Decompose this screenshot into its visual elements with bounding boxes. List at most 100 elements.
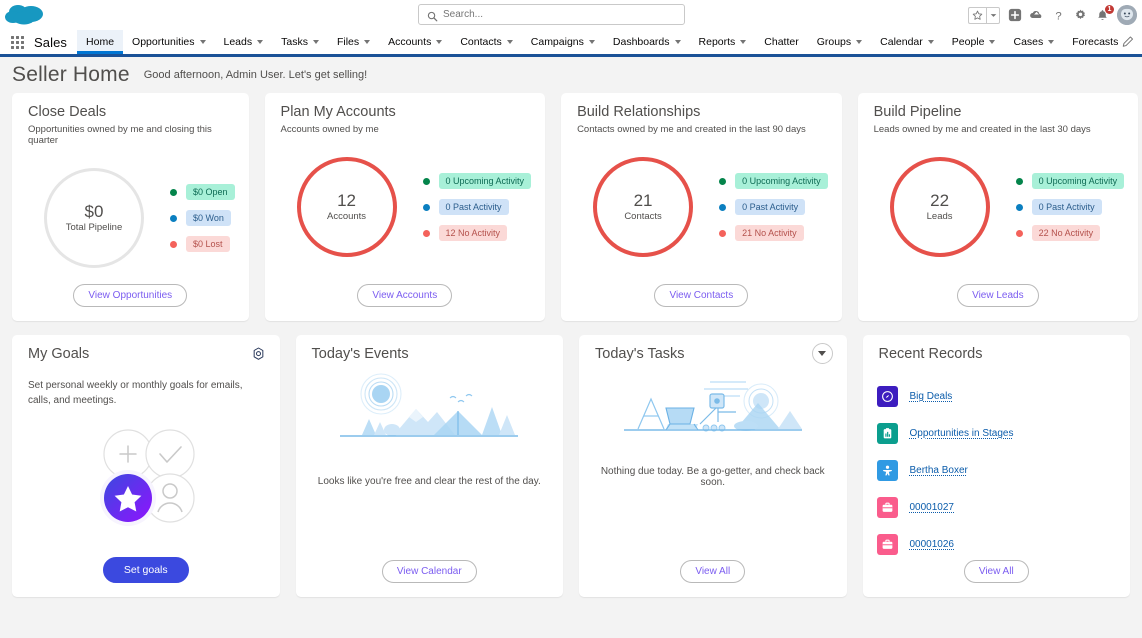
- setup-assistant-icon[interactable]: [1029, 8, 1044, 23]
- chevron-down-icon[interactable]: [1048, 40, 1055, 44]
- card-header: Build Pipeline Leads owned by me and cre…: [858, 93, 1139, 135]
- record-row[interactable]: Bertha Boxer: [876, 452, 1131, 489]
- view-calendar-button[interactable]: View Calendar: [381, 560, 477, 583]
- chevron-down-icon[interactable]: [927, 40, 934, 44]
- metric-body: 12 Accounts 0 Upcoming Activity 0 Past Ac…: [265, 135, 546, 265]
- legend-pill[interactable]: 21 No Activity: [735, 225, 804, 241]
- pencil-icon[interactable]: [1121, 36, 1134, 49]
- chevron-down-icon[interactable]: [257, 40, 264, 44]
- nav-item-home[interactable]: Home: [77, 30, 124, 54]
- chevron-down-icon[interactable]: [674, 40, 681, 44]
- nav-item-groups[interactable]: Groups: [808, 30, 871, 54]
- card-todays-events: Today's Events Looks like you're free an…: [295, 335, 563, 597]
- legend-pill[interactable]: 12 No Activity: [438, 225, 508, 241]
- chevron-down-icon[interactable]: [199, 40, 206, 44]
- chevron-down-icon[interactable]: [740, 40, 747, 44]
- view-leads-button[interactable]: View Leads: [957, 284, 1039, 307]
- nav-item-accounts[interactable]: Accounts: [379, 30, 451, 54]
- metric-body: 22 Leads 0 Upcoming Activity 0 Past Activ…: [858, 135, 1139, 265]
- view-opportunities-button[interactable]: View Opportunities: [73, 284, 188, 307]
- legend-pill[interactable]: 0 Past Activity: [1031, 199, 1102, 215]
- nav-item-cases[interactable]: Cases: [1004, 30, 1063, 54]
- legend-row: 0 Past Activity: [1015, 199, 1125, 215]
- legend-pill[interactable]: $0 Won: [186, 210, 231, 226]
- favorites-group[interactable]: [968, 6, 1000, 24]
- chevron-down-icon[interactable]: [506, 40, 513, 44]
- add-icon[interactable]: [1007, 8, 1022, 23]
- record-link[interactable]: 00001026: [910, 539, 955, 550]
- legend-pill[interactable]: 0 Past Activity: [735, 199, 806, 215]
- nav-item-people[interactable]: People: [943, 30, 1005, 54]
- nav-item-campaigns[interactable]: Campaigns: [522, 30, 604, 54]
- favorite-star-icon[interactable]: [968, 6, 986, 24]
- card-subtitle: Contacts owned by me and created in the …: [577, 124, 806, 135]
- legend-build-relationships: 0 Upcoming Activity 0 Past Activity 21 No …: [693, 173, 828, 241]
- nav-item-chatter[interactable]: Chatter: [755, 30, 807, 54]
- legend-row: 12 No Activity: [422, 225, 532, 241]
- svg-text:?: ?: [1055, 10, 1061, 21]
- legend-dot-icon: [170, 214, 177, 222]
- legend-pill[interactable]: $0 Lost: [186, 236, 230, 252]
- tasks-empty-message: Nothing due today. Be a go-getter, and c…: [600, 466, 825, 488]
- gear-icon[interactable]: [251, 347, 266, 362]
- search-input[interactable]: [443, 9, 643, 20]
- salesforce-cloud-logo-icon[interactable]: [0, 0, 50, 30]
- legend-pill[interactable]: 22 No Activity: [1031, 225, 1101, 241]
- nav-item-opportunities[interactable]: Opportunities: [123, 30, 214, 54]
- global-search[interactable]: [418, 4, 685, 25]
- page-greeting: Good afternoon, Admin User. Let's get se…: [143, 69, 368, 81]
- nav-item-calendar[interactable]: Calendar: [871, 30, 943, 54]
- nav-item-files[interactable]: Files: [328, 30, 379, 54]
- nav-item-dashboards[interactable]: Dashboards: [604, 30, 690, 54]
- legend-row: 0 Upcoming Activity: [422, 173, 532, 189]
- donut-value: 22: [930, 190, 950, 210]
- nav-item-forecasts[interactable]: Forecasts: [1063, 30, 1127, 54]
- user-avatar[interactable]: [1117, 5, 1137, 25]
- chevron-down-icon[interactable]: [856, 40, 863, 44]
- legend-pill[interactable]: 0 Upcoming Activity: [438, 173, 532, 189]
- record-link[interactable]: Big Deals: [910, 391, 953, 402]
- chevron-down-icon[interactable]: [312, 40, 319, 44]
- record-row[interactable]: 00001027: [876, 489, 1131, 526]
- help-icon[interactable]: ?: [1051, 8, 1066, 23]
- legend-pill[interactable]: 0 Upcoming Activity: [1031, 173, 1125, 189]
- notifications-bell-icon[interactable]: 1: [1095, 4, 1114, 23]
- nav-item-label: Opportunities: [132, 36, 195, 48]
- view-all-tasks-button[interactable]: View All: [680, 560, 746, 583]
- donut-value: $0: [84, 201, 104, 221]
- record-row[interactable]: Opportunities in Stages: [876, 415, 1131, 452]
- goals-badges-illustration: [12, 422, 280, 532]
- record-link[interactable]: Opportunities in Stages: [910, 428, 1014, 439]
- chevron-down-icon[interactable]: [436, 40, 443, 44]
- setup-gear-icon[interactable]: [1073, 8, 1088, 23]
- card-title: Recent Records: [878, 346, 983, 362]
- nav-item-label: Accounts: [388, 36, 432, 48]
- legend-dot-icon: [170, 188, 177, 196]
- nav-item-tasks[interactable]: Tasks: [272, 30, 328, 54]
- record-link[interactable]: 00001027: [910, 502, 955, 513]
- donut-label: Accounts: [326, 211, 367, 223]
- legend-pill[interactable]: $0 Open: [186, 184, 235, 200]
- events-empty-message: Looks like you're free and clear the res…: [317, 476, 541, 487]
- chevron-down-icon[interactable]: [364, 40, 371, 44]
- chevron-down-icon[interactable]: [588, 40, 595, 44]
- view-accounts-button[interactable]: View Accounts: [357, 284, 453, 307]
- legend-pill[interactable]: 0 Upcoming Activity: [735, 173, 828, 189]
- record-row[interactable]: 00001026: [876, 526, 1131, 563]
- nav-item-contacts[interactable]: Contacts: [451, 30, 521, 54]
- record-row[interactable]: Big Deals: [876, 378, 1131, 415]
- set-goals-button[interactable]: Set goals: [102, 557, 189, 583]
- nav-item-reports[interactable]: Reports: [690, 30, 756, 54]
- chevron-down-icon[interactable]: [989, 40, 996, 44]
- nav-item-label: Contacts: [460, 36, 502, 48]
- view-contacts-button[interactable]: View Contacts: [654, 284, 749, 307]
- legend-pill[interactable]: 0 Past Activity: [438, 199, 509, 215]
- current-app-name[interactable]: Sales: [30, 30, 77, 54]
- favorites-chevron-down-icon[interactable]: [986, 6, 1000, 24]
- view-all-records-button[interactable]: View All: [963, 560, 1029, 583]
- nav-item-label: Cases: [1013, 36, 1044, 48]
- nav-item-leads[interactable]: Leads: [215, 30, 273, 54]
- record-link[interactable]: Bertha Boxer: [910, 465, 968, 476]
- chevron-down-icon[interactable]: [811, 343, 833, 364]
- app-launcher-waffle-icon[interactable]: [0, 30, 30, 54]
